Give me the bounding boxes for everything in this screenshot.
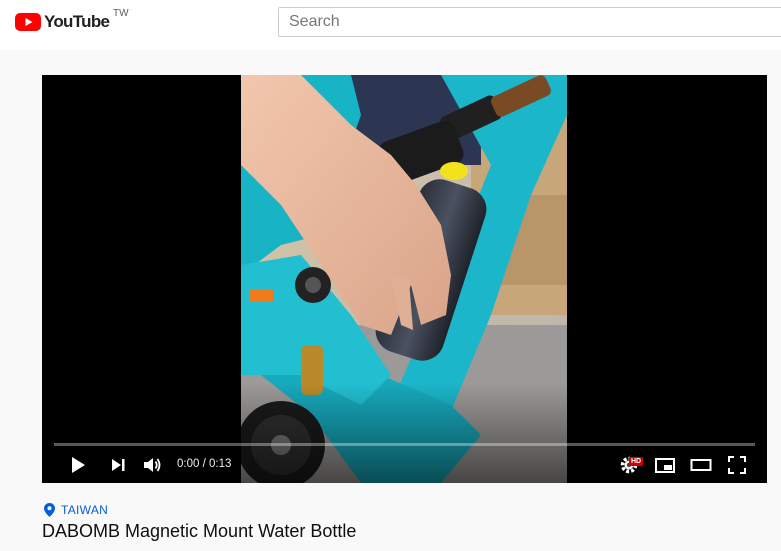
theater-icon bbox=[690, 459, 712, 471]
time-separator: / bbox=[199, 458, 209, 470]
logo-region-code: TW bbox=[113, 8, 129, 19]
time-current: 0:00 bbox=[177, 458, 200, 470]
youtube-logo[interactable]: YouTube TW bbox=[15, 8, 129, 33]
mute-button[interactable] bbox=[140, 453, 164, 477]
next-button[interactable] bbox=[106, 453, 130, 477]
miniplayer-icon bbox=[655, 458, 675, 473]
search-input[interactable] bbox=[279, 8, 769, 36]
fullscreen-icon bbox=[728, 456, 746, 474]
next-icon bbox=[112, 459, 125, 471]
search-box[interactable] bbox=[278, 7, 781, 37]
miniplayer-button[interactable] bbox=[653, 453, 677, 477]
progress-bar[interactable] bbox=[54, 443, 755, 446]
play-button[interactable] bbox=[66, 453, 90, 477]
logo-text: YouTube bbox=[44, 12, 110, 31]
location-label: TAIWAN bbox=[61, 503, 109, 517]
hd-badge: HD bbox=[629, 457, 644, 466]
fullscreen-button[interactable] bbox=[725, 453, 749, 477]
volume-icon bbox=[144, 458, 161, 472]
location-link[interactable]: TAIWAN bbox=[44, 503, 108, 517]
location-pin-icon bbox=[44, 503, 55, 517]
play-icon bbox=[72, 457, 85, 473]
video-title: DABOMB Magnetic Mount Water Bottle bbox=[42, 521, 357, 541]
time-display: 0:00 / 0:13 bbox=[177, 458, 231, 470]
time-total: 0:13 bbox=[208, 458, 232, 470]
video-player[interactable]: 0:00 / 0:13 HD bbox=[42, 75, 767, 483]
masthead: YouTube TW bbox=[0, 0, 781, 50]
youtube-play-logo-icon bbox=[15, 13, 41, 31]
theater-mode-button[interactable] bbox=[689, 453, 713, 477]
